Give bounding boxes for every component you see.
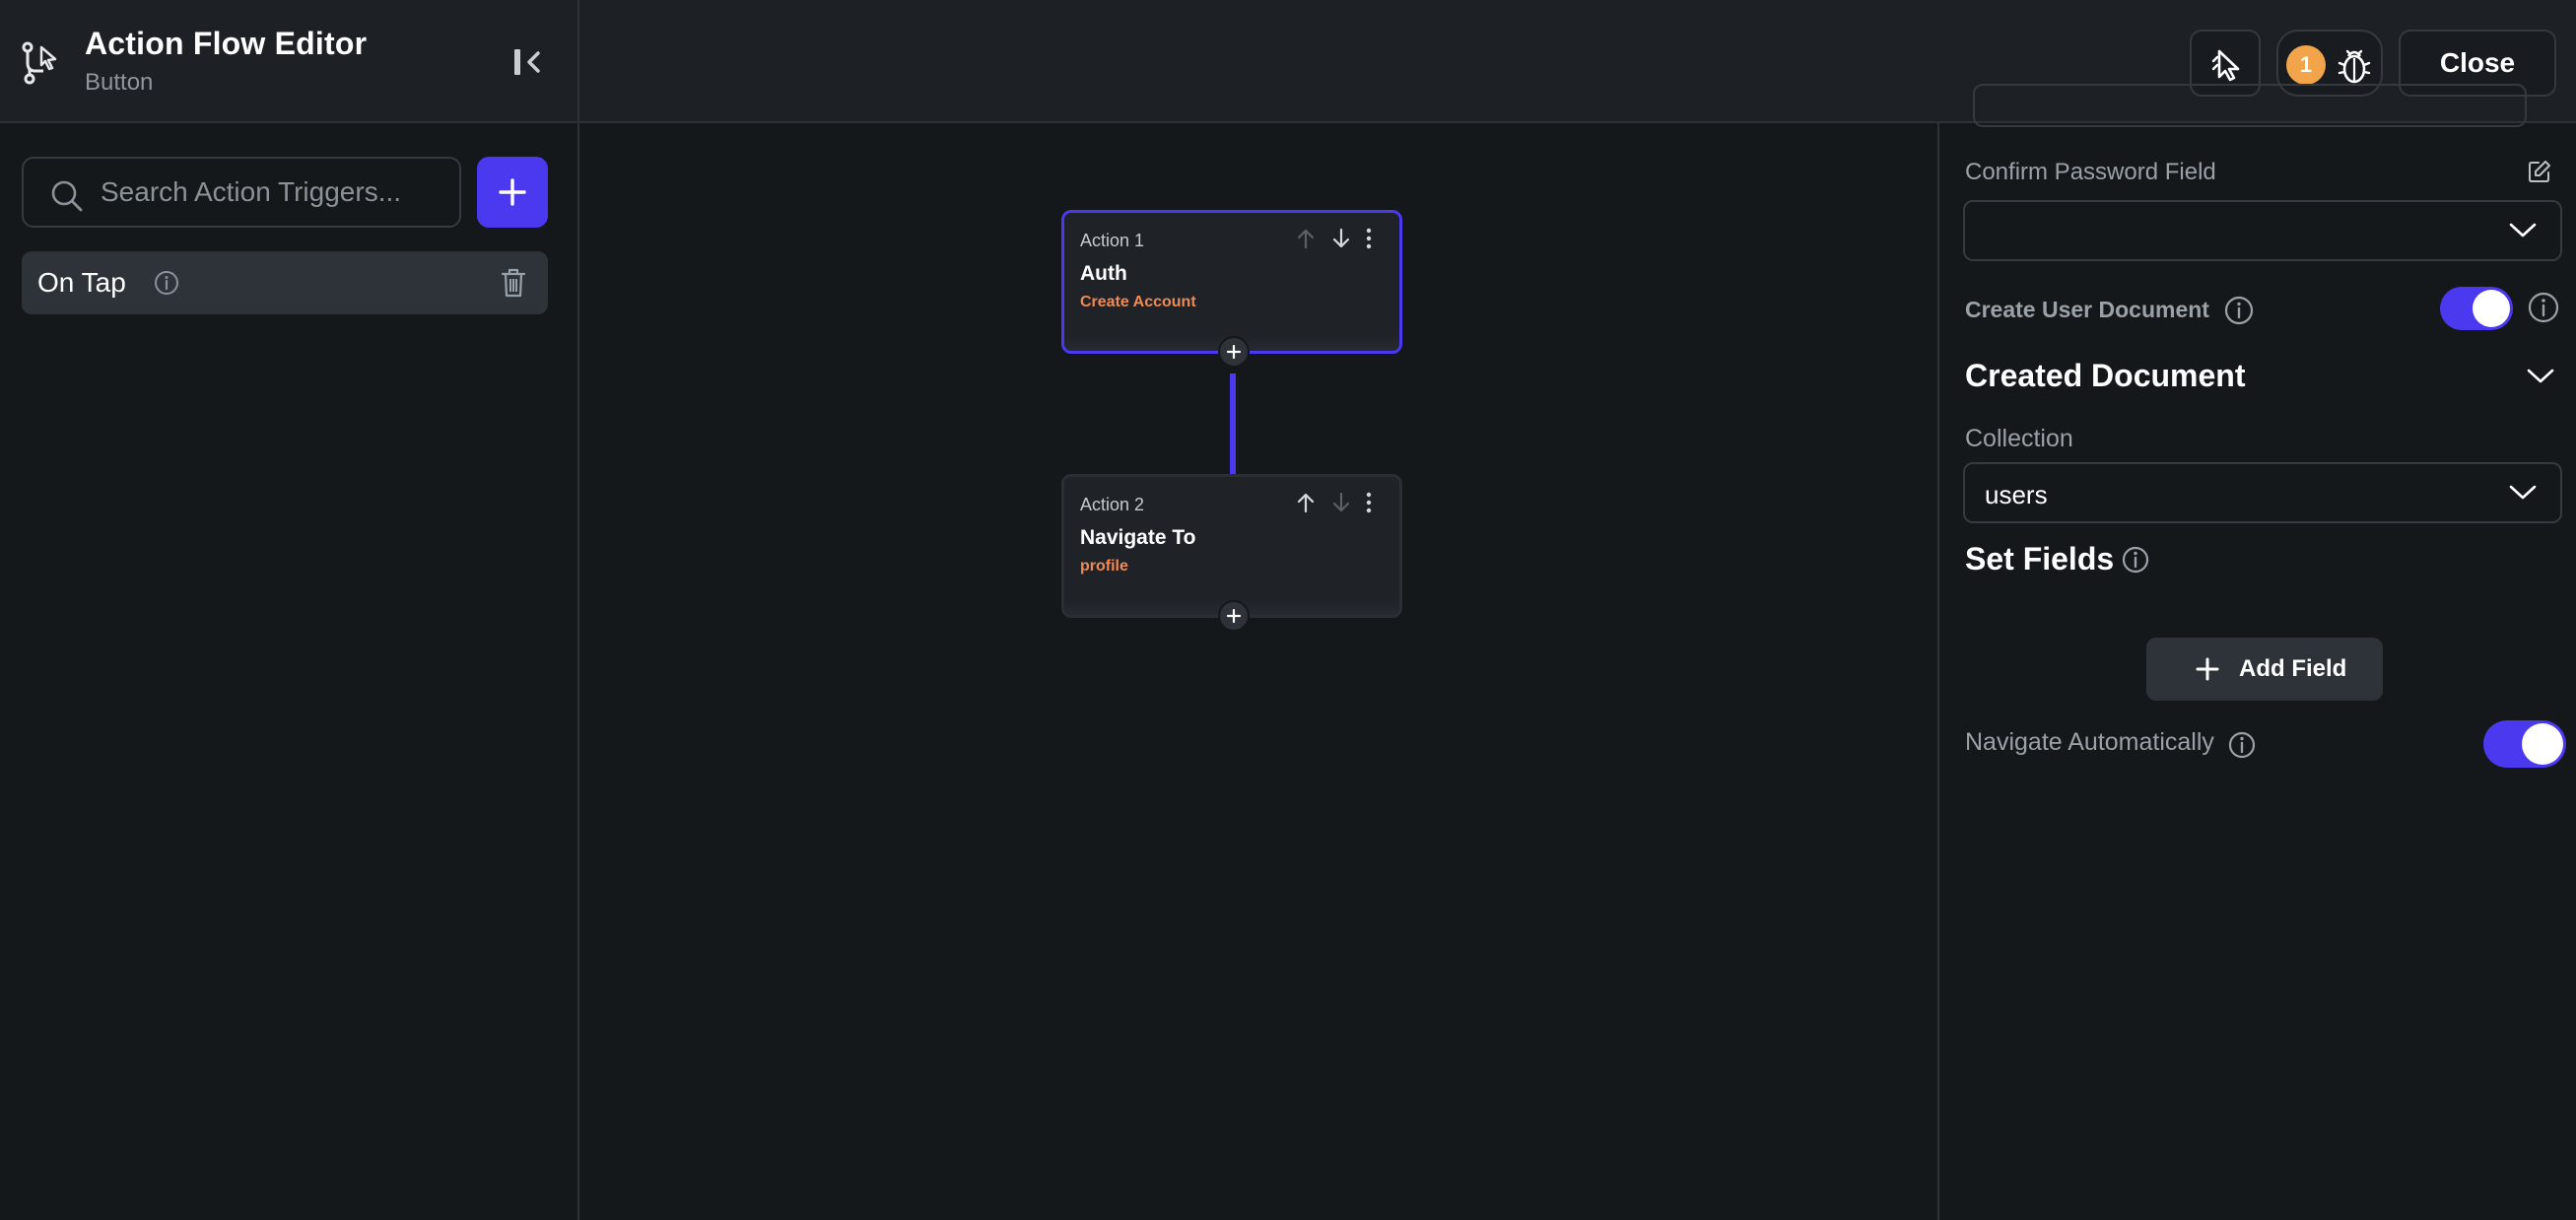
plus-icon xyxy=(2196,657,2219,681)
search-field[interactable] xyxy=(22,157,461,228)
add-field-label: Add Field xyxy=(2239,655,2347,682)
add-action-button[interactable] xyxy=(1218,336,1250,368)
confirm-password-select[interactable] xyxy=(1963,200,2562,261)
edit-icon[interactable] xyxy=(2527,159,2552,184)
chevron-down-icon xyxy=(2509,223,2537,237)
plus-icon xyxy=(499,178,526,206)
move-up-icon[interactable] xyxy=(1295,491,1317,514)
bug-icon xyxy=(2338,49,2371,84)
plus-icon xyxy=(1227,609,1241,623)
chevron-down-icon xyxy=(2509,485,2537,500)
page-subtitle: Button xyxy=(85,69,154,96)
plus-icon xyxy=(1227,345,1241,359)
move-down-icon[interactable] xyxy=(1330,227,1352,250)
search-input[interactable] xyxy=(101,170,445,214)
action-number: Action 2 xyxy=(1080,495,1145,514)
collection-value: users xyxy=(1985,480,2048,509)
password-field-partial[interactable] xyxy=(1973,84,2527,127)
toggle-knob xyxy=(2473,290,2510,327)
info-icon[interactable] xyxy=(154,270,179,296)
trigger-label: On Tap xyxy=(37,267,126,298)
action-node-1[interactable]: Action 1 Auth Create Account xyxy=(1061,210,1402,368)
toggle-knob xyxy=(2522,723,2563,765)
create-user-document-label: Create User Document xyxy=(1965,297,2209,322)
page-title: Action Flow Editor xyxy=(85,26,368,61)
collection-label: Collection xyxy=(1965,425,2073,452)
action-title: Auth xyxy=(1080,262,1127,285)
create-user-document-toggle[interactable] xyxy=(2440,287,2513,330)
collapse-panel-icon[interactable] xyxy=(508,43,548,81)
flow-connector xyxy=(1230,373,1236,480)
chevron-down-icon[interactable] xyxy=(2527,368,2554,385)
add-field-button[interactable]: Add Field xyxy=(2146,638,2383,701)
collection-select[interactable]: users xyxy=(1963,462,2562,523)
info-icon[interactable] xyxy=(2121,545,2150,575)
action-node-2[interactable]: Action 2 Navigate To profile xyxy=(1061,474,1402,632)
action-subtitle: Create Account xyxy=(1080,294,1196,310)
move-up-icon[interactable] xyxy=(1295,227,1317,250)
search-icon xyxy=(51,180,83,212)
info-icon[interactable] xyxy=(2227,730,2257,760)
action-subtitle: profile xyxy=(1080,558,1128,575)
select-pointer-icon xyxy=(2211,49,2240,82)
set-fields-title: Set Fields xyxy=(1965,541,2115,576)
created-document-title: Created Document xyxy=(1965,358,2246,393)
confirm-password-label: Confirm Password Field xyxy=(1965,159,2216,185)
more-options-icon[interactable] xyxy=(1362,491,1376,514)
more-options-icon[interactable] xyxy=(1362,227,1376,250)
triggers-panel: On Tap xyxy=(0,123,579,1220)
navigate-automatically-label: Navigate Automatically xyxy=(1965,728,2214,756)
action-number: Action 1 xyxy=(1080,231,1145,250)
info-icon[interactable] xyxy=(2223,295,2255,326)
trigger-item-on-tap[interactable]: On Tap xyxy=(22,251,548,314)
move-down-icon[interactable] xyxy=(1330,491,1352,514)
trash-icon[interactable] xyxy=(501,267,526,299)
action-flow-icon xyxy=(22,41,57,85)
header-title-area: Action Flow Editor Button xyxy=(0,0,579,123)
navigate-automatically-toggle[interactable] xyxy=(2483,720,2566,768)
action-title: Navigate To xyxy=(1080,526,1196,549)
action-properties-panel: Confirm Password Field Create User Docum… xyxy=(1937,84,2576,1220)
add-trigger-button[interactable] xyxy=(477,157,548,228)
add-action-button[interactable] xyxy=(1218,600,1250,632)
flow-canvas[interactable]: Action 1 Auth Create Account Action 2 Na… xyxy=(581,123,1937,1220)
info-icon[interactable] xyxy=(2527,291,2560,324)
debug-count-badge: 1 xyxy=(2286,45,2326,85)
